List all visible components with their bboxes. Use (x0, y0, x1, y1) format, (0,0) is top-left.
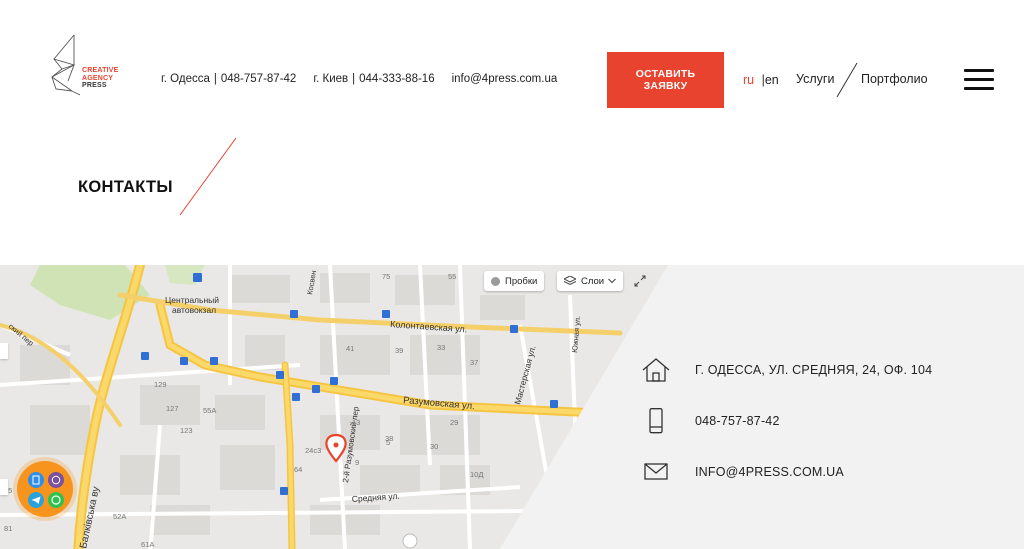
map-house-number: 123 (180, 426, 193, 435)
slash-divider-icon (836, 62, 858, 98)
whatsapp-icon[interactable] (48, 492, 64, 508)
fullscreen-icon (634, 275, 646, 287)
header-contacts: г. Одесса | 048-757-87-42 г. Киев | 044-333-8… (161, 73, 557, 85)
email-link[interactable]: info@4press.com.ua (452, 73, 558, 85)
map-label-bus-station: Центральный (165, 295, 219, 305)
hamburger-menu-icon[interactable] (964, 69, 994, 91)
contact-phone-link[interactable]: 048-757-87-42 (695, 414, 780, 428)
zoom-in-button[interactable] (0, 343, 8, 359)
map-house-number: 52А (113, 512, 126, 521)
contact-phone: 048-757-87-42 (642, 408, 779, 434)
separator: | (213, 73, 217, 85)
map-house-number: 55 (448, 272, 456, 281)
phone-link-kiev[interactable]: 044-333-88-16 (359, 73, 434, 85)
logo-line-agency: AGENCY (82, 74, 114, 82)
page-title: КОНТАКТЫ (78, 178, 173, 196)
zoom-out-button[interactable] (0, 479, 8, 495)
leave-request-button[interactable]: ОСТАВИТЬ ЗАЯВКУ (607, 52, 724, 108)
title-slash-icon (179, 137, 237, 216)
map-house-number: 13 (352, 418, 360, 427)
messenger-widget-button[interactable] (17, 461, 73, 517)
map-house-number: 29 (450, 418, 458, 427)
separator: | (352, 73, 356, 85)
map-house-number: 64 (294, 465, 302, 474)
contact-city-odessa: г. Одесса (161, 73, 210, 85)
contact-email: INFO@4PRESS.COM.UA (642, 462, 844, 482)
fullscreen-button[interactable] (630, 271, 650, 291)
map-label-bus-station-2: автовокзал (172, 305, 216, 315)
map-house-number: 30 (430, 442, 438, 451)
lang-en-link[interactable]: en (765, 73, 779, 87)
logo-text[interactable]: CREATIVE AGENCY PRESS (82, 67, 118, 90)
map-house-number: 41 (346, 344, 354, 353)
traffic-toggle-button[interactable]: Пробки (484, 271, 545, 291)
nav-services-link[interactable]: Услуги (796, 72, 834, 86)
logo-line-press: PRESS (82, 82, 107, 89)
logo-line-creative: CREATIVE (82, 67, 119, 74)
phone-link-odessa[interactable]: 048-757-87-42 (221, 73, 296, 85)
nav-portfolio-link[interactable]: Портфолио (861, 72, 928, 86)
home-icon (642, 358, 670, 382)
contact-city-kiev: г. Киев (313, 73, 349, 85)
map-house-number: 9 (355, 458, 359, 467)
layers-dropdown-button[interactable]: Слои (557, 271, 624, 291)
layers-icon (564, 276, 576, 286)
city-map[interactable]: Центральный автовокзал Колонтаевская ул.… (0, 265, 1024, 549)
map-house-number: 61А (141, 540, 154, 549)
map-section: Центральный автовокзал Колонтаевская ул.… (0, 265, 1024, 549)
document-icon[interactable] (28, 472, 44, 488)
map-house-number: 37 (470, 358, 478, 367)
traffic-light-icon (491, 276, 500, 286)
contact-address: Г. ОДЕССА, УЛ. СРЕДНЯЯ, 24, ОФ. 104 (642, 357, 932, 383)
mobile-phone-icon (649, 408, 663, 434)
map-house-number: 10Д (470, 470, 483, 479)
viber-icon[interactable] (48, 472, 64, 488)
telegram-icon[interactable] (28, 492, 44, 508)
lang-ru-link[interactable]: ru (743, 73, 754, 87)
map-house-number: 39 (395, 346, 403, 355)
map-house-number: 81 (4, 524, 12, 533)
map-house-number: 24с3 (305, 446, 321, 455)
layers-label: Слои (581, 275, 605, 287)
map-house-number: 33 (437, 343, 445, 352)
address-text: Г. ОДЕССА, УЛ. СРЕДНЯЯ, 24, ОФ. 104 (695, 363, 933, 377)
map-house-number: 75 (382, 272, 390, 281)
chevron-down-icon (608, 278, 616, 284)
contact-email-link[interactable]: INFO@4PRESS.COM.UA (695, 465, 844, 479)
traffic-label: Пробки (505, 275, 538, 287)
map-house-number: 5 (386, 438, 390, 447)
language-switcher: ru |en (743, 73, 779, 87)
map-house-number: 55А (203, 406, 216, 415)
envelope-icon (644, 463, 668, 480)
map-house-number: 127 (166, 404, 179, 413)
map-house-number: 129 (154, 380, 167, 389)
